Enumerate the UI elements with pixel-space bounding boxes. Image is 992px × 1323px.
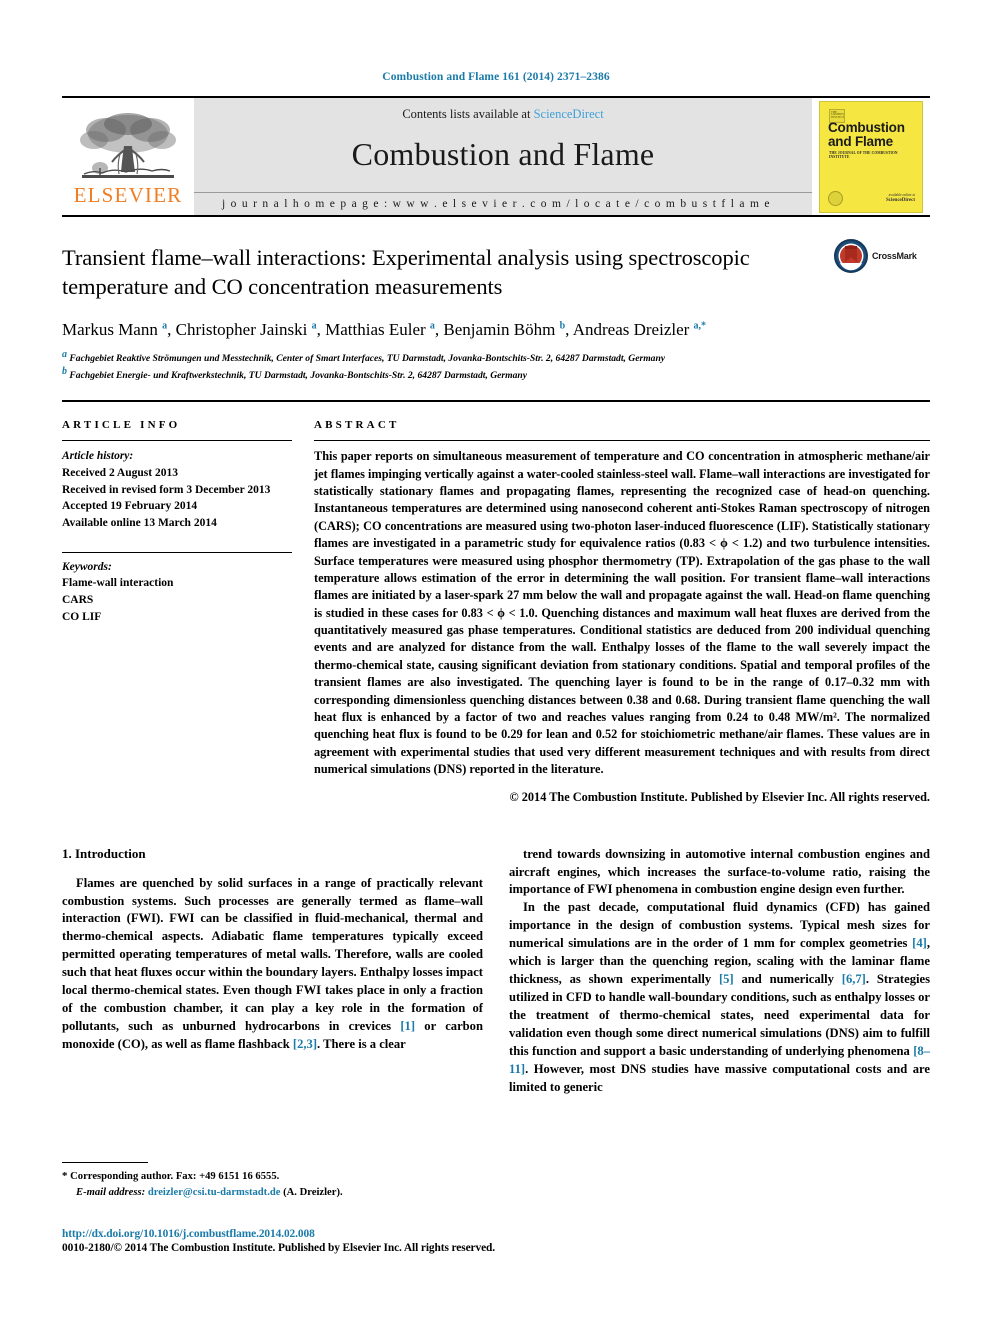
footnote-area: * Corresponding author. Fax: +49 6151 16…: [62, 1162, 496, 1201]
corresponding-author-text: Corresponding author. Fax: +49 6151 16 6…: [70, 1171, 280, 1182]
abstract-rule: [314, 440, 930, 442]
history-accepted: Accepted 19 February 2014: [62, 500, 198, 513]
affiliation-a-text: Fachgebiet Reaktive Strömungen und Messt…: [69, 352, 666, 364]
cover-title: Combustion and Flame: [828, 119, 916, 150]
footnote-divider: [62, 1162, 148, 1163]
journal-cover-image: THE COMBUSTION INSTITUTE Combustion and …: [819, 100, 923, 213]
article-info-rule: [62, 440, 292, 442]
email-author: (A. Dreizler).: [283, 1186, 343, 1198]
bottom-metadata: http://dx.doi.org/10.1016/j.combustflame…: [62, 1228, 662, 1254]
sciencedirect-link[interactable]: ScienceDirect: [534, 107, 604, 121]
affiliation-a: a Fachgebiet Reaktive Strömungen und Mes…: [62, 348, 666, 364]
email-label: E-mail address:: [76, 1186, 146, 1198]
history-received: Received 2 August 2013: [62, 466, 178, 479]
cover-publisher-small: available online at: [888, 192, 915, 197]
elsevier-logo: ELSEVIER: [62, 98, 194, 215]
cover-subtitle: THE JOURNAL OF THE COMBUSTION INSTITUTE: [829, 150, 898, 159]
keywords-label: Keywords:: [62, 560, 112, 573]
body-columns: 1. Introduction Flames are quenched by s…: [62, 846, 930, 1097]
article-history-label: Article history:: [62, 450, 134, 463]
cover-title-line2: and Flame: [828, 133, 893, 149]
affiliations: a Fachgebiet Reaktive Strömungen und Mes…: [62, 348, 930, 384]
introduction-heading: 1. Introduction: [62, 845, 146, 861]
running-head: Combustion and Flame 161 (2014) 2371–238…: [382, 71, 610, 83]
journal-homepage[interactable]: j o u r n a l h o m e p a g e : w w w . …: [194, 192, 812, 215]
affiliation-b: b Fachgebiet Energie- und Kraftwerkstech…: [62, 366, 528, 382]
cover-title-line1: Combustion: [828, 119, 905, 135]
journal-cover-thumbnail[interactable]: THE COMBUSTION INSTITUTE Combustion and …: [812, 98, 930, 215]
abstract-heading: ABSTRACT: [314, 419, 400, 432]
elsevier-wordmark: ELSEVIER: [73, 182, 183, 207]
info-abstract-section: ARTICLE INFO Article history: Received 2…: [62, 402, 930, 804]
body-column-left: 1. Introduction Flames are quenched by s…: [62, 846, 483, 1097]
cover-publisher-name: ScienceDirect: [885, 197, 915, 203]
abstract-text: This paper reports on simultaneous measu…: [314, 449, 930, 777]
history-revised: Received in revised form 3 December 2013: [62, 483, 271, 496]
title-block: Transient flame–wall interactions: Exper…: [62, 239, 930, 384]
issn-copyright-line: 0010-2180/© 2014 The Combustion Institut…: [62, 1242, 496, 1254]
crossmark-icon: [834, 239, 868, 273]
corresponding-author-marker: *: [62, 1170, 68, 1182]
keywords-rule: [62, 551, 292, 553]
journal-title: Combustion and Flame: [351, 136, 655, 172]
keyword-2: CARS: [62, 593, 94, 606]
abstract-copyright: © 2014 The Combustion Institute. Publish…: [509, 789, 931, 804]
journal-band: Contents lists available at ScienceDirec…: [194, 98, 812, 215]
doi-link[interactable]: http://dx.doi.org/10.1016/j.combustflame…: [62, 1228, 662, 1240]
corresponding-author-note: * Corresponding author. Fax: +49 6151 16…: [62, 1168, 496, 1185]
affiliation-b-text: Fachgebiet Energie- und Kraftwerkstechni…: [69, 370, 528, 382]
body-column-right: trend towards downsizing in automotive i…: [509, 846, 930, 1097]
abstract-column: ABSTRACT This paper reports on simultane…: [314, 419, 930, 804]
keyword-1: Flame-wall interaction: [62, 577, 174, 590]
article-info-column: ARTICLE INFO Article history: Received 2…: [62, 419, 314, 804]
contents-available-line: Contents lists available at ScienceDirec…: [402, 107, 603, 122]
contents-prefix: Contents lists available at: [402, 107, 534, 121]
journal-masthead: ELSEVIER Contents lists available at Sci…: [62, 96, 930, 217]
intro-paragraph-3: In the past decade, computational fluid …: [509, 900, 930, 1094]
keyword-3: CO LIF: [62, 610, 102, 623]
intro-paragraph-2: trend towards downsizing in automotive i…: [509, 846, 930, 897]
history-online: Available online 13 March 2014: [62, 516, 217, 529]
intro-paragraph-1: Flames are quenched by solid surfaces in…: [62, 875, 483, 1052]
cover-seal-icon: [828, 190, 843, 206]
email-note: E-mail address: dreizler@csi.tu-darmstad…: [62, 1185, 496, 1201]
crossmark-label: CrossMark: [872, 251, 917, 261]
paper-page: Combustion and Flame 161 (2014) 2371–238…: [0, 0, 992, 1323]
elsevier-tree-icon: [80, 112, 176, 178]
cover-publisher: available online at ScienceDirect: [886, 193, 915, 205]
article-info-heading: ARTICLE INFO: [62, 419, 181, 432]
email-link[interactable]: dreizler@csi.tu-darmstadt.de: [148, 1187, 281, 1198]
crossmark-badge[interactable]: CrossMark: [834, 239, 930, 273]
page-title: Transient flame–wall interactions: Exper…: [62, 245, 750, 300]
author-list: Markus Mann a, Christopher Jainski a, Ma…: [62, 319, 707, 339]
